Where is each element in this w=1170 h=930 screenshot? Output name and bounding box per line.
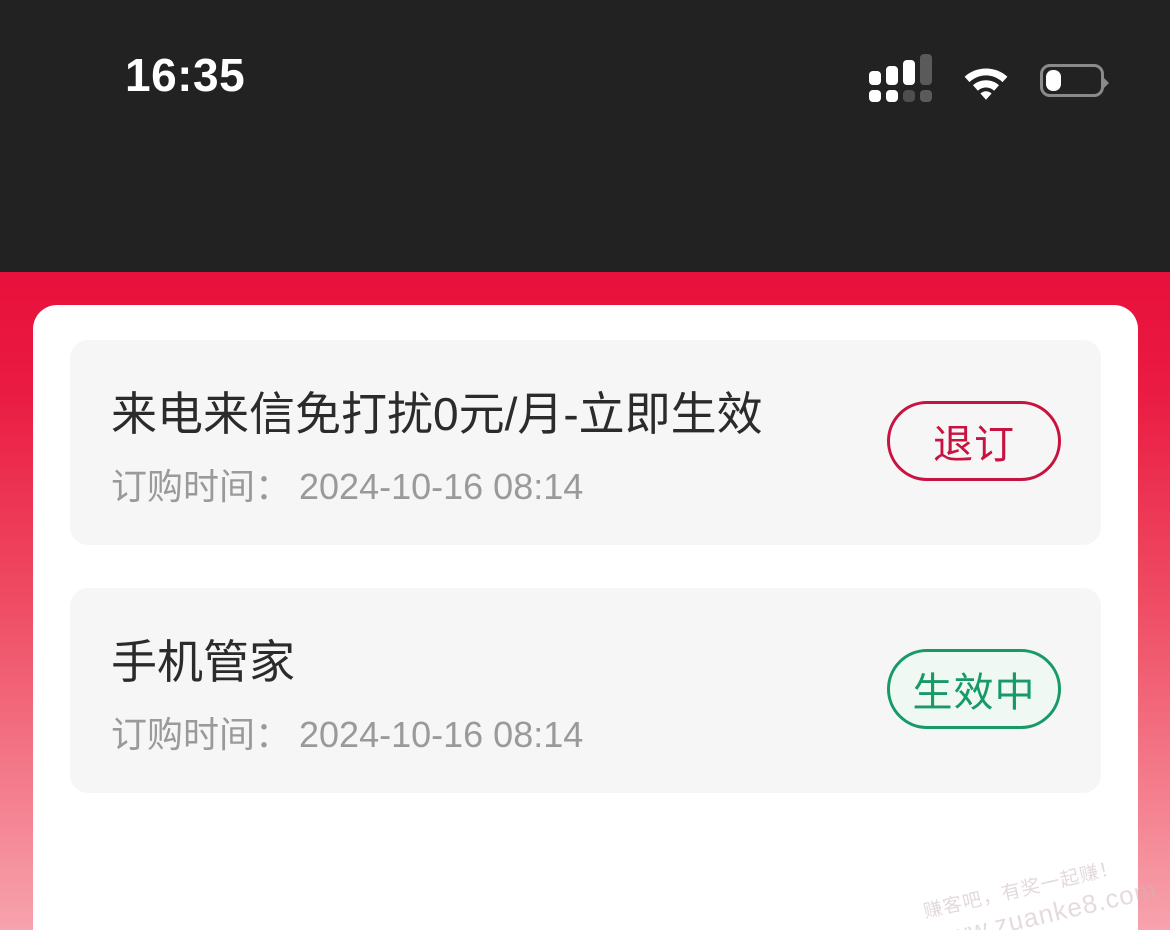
nav-bar: 订购记录 <box>0 140 1170 374</box>
wifi-icon <box>960 60 1012 100</box>
status-bar: 16:35 <box>0 0 1170 140</box>
record-meta-label: 订购时间： <box>111 714 292 755</box>
table-row[interactable]: 来电来信免打扰0元/月-立即生效 订购时间： 2024-10-16 08:14 退… <box>70 340 1101 545</box>
phone-screen: 16:35 订 <box>0 0 1170 930</box>
battery-icon <box>1040 63 1109 97</box>
record-meta-value: 2024-10-16 08:14 <box>299 714 584 755</box>
record-title: 来电来信免打扰0元/月-立即生效 <box>111 388 763 440</box>
status-badge: 生效中 <box>887 649 1061 729</box>
records-sheet: 来电来信免打扰0元/月-立即生效 订购时间： 2024-10-16 08:14 退… <box>33 305 1138 930</box>
table-row[interactable]: 手机管家 订购时间： 2024-10-16 08:14 生效中 <box>70 588 1101 793</box>
record-meta: 订购时间： 2024-10-16 08:14 <box>111 465 583 509</box>
record-meta-label: 订购时间： <box>111 466 292 507</box>
record-title: 手机管家 <box>111 636 295 688</box>
status-bar-clock: 16:35 <box>125 49 246 101</box>
signal-bars-icon <box>869 54 932 102</box>
record-meta-value: 2024-10-16 08:14 <box>299 466 584 507</box>
unsubscribe-button[interactable]: 退订 <box>887 401 1061 481</box>
record-meta: 订购时间： 2024-10-16 08:14 <box>111 713 583 757</box>
status-bar-icons <box>869 54 1109 104</box>
